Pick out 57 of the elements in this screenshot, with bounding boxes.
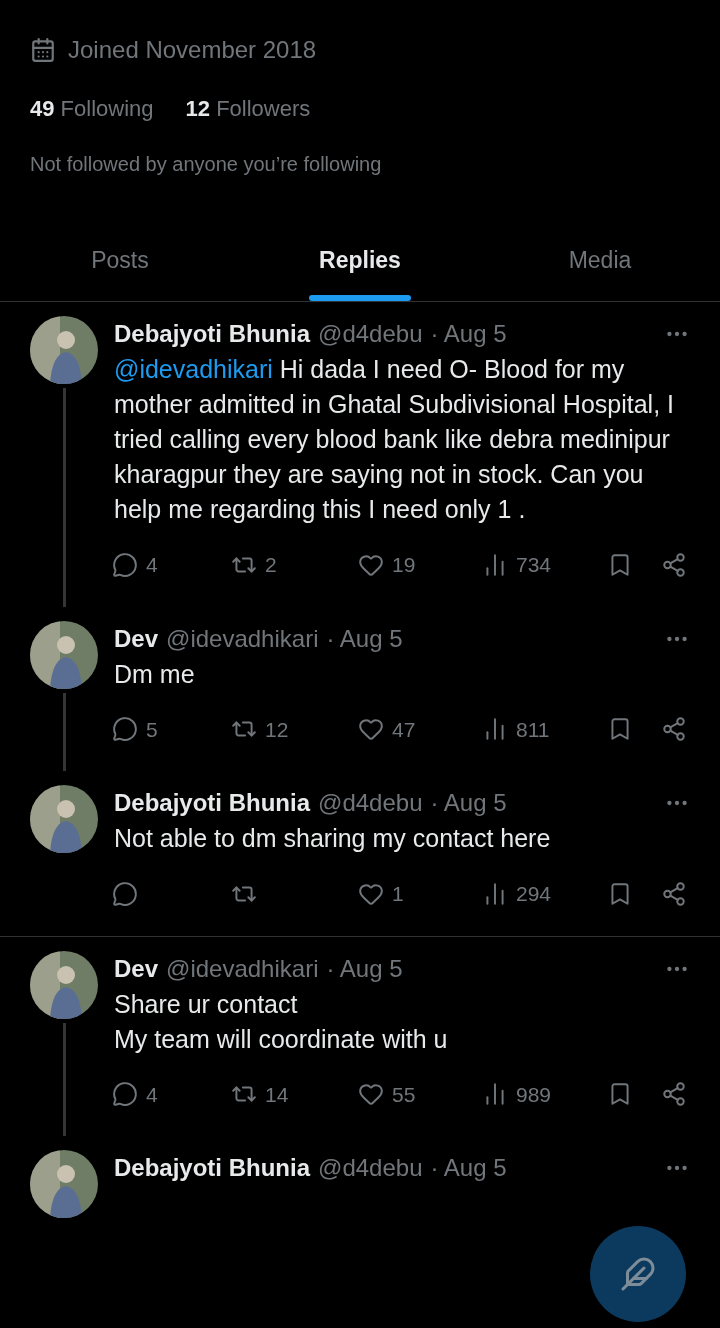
reply-icon[interactable] xyxy=(112,1081,138,1108)
author-handle[interactable]: @idevadhikari xyxy=(166,620,319,657)
count: 811 xyxy=(516,716,550,743)
calendar-icon xyxy=(30,37,56,63)
share-icon[interactable] xyxy=(661,880,687,907)
count: 55 xyxy=(392,1081,416,1108)
author-handle[interactable]: @d4debu xyxy=(318,1150,423,1186)
post-date: · Aug 5 xyxy=(326,953,403,984)
post-text: Share ur contact My team will coordinate with u xyxy=(114,988,449,1055)
reply-icon[interactable] xyxy=(112,716,138,743)
post-text: @idevadhikari Hi dada I need O- Blood for my mother admitted in Ghatal Subdivisional Hospital, I tried calling every blood bank like debra medinipur kharagpur they are saying not in stock. Can you help me regarding this I need only 1 . xyxy=(114,354,675,525)
joined-date: Joined November 2018 xyxy=(68,35,317,65)
following-link[interactable]: 49 Following xyxy=(30,92,154,125)
post-date: · Aug 5 xyxy=(430,1153,507,1183)
post-date: · Aug 5 xyxy=(430,788,507,818)
compose-feather-icon xyxy=(620,1256,656,1292)
post-text: Dm me xyxy=(114,658,196,690)
share-icon[interactable] xyxy=(661,551,687,578)
tab[interactable]: Posts xyxy=(0,239,240,301)
count: 1 xyxy=(392,881,404,907)
followed-by-note: Not followed by anyone you’re following xyxy=(30,152,383,177)
author-name[interactable]: Dev xyxy=(114,620,159,657)
count: 734 xyxy=(516,552,552,578)
post-date: · Aug 5 xyxy=(430,319,507,349)
count: 47 xyxy=(392,716,416,743)
author-name[interactable]: Dev xyxy=(114,950,159,987)
mention-link[interactable]: @idevadhikari xyxy=(114,355,273,383)
post-text: Not able to dm sharing my contact here xyxy=(114,823,552,854)
count: 2 xyxy=(265,552,277,578)
share-icon[interactable] xyxy=(661,1081,687,1108)
author-name[interactable]: Debajyoti Bhunia xyxy=(114,785,311,821)
count: 12 xyxy=(265,716,289,743)
author-handle[interactable]: @d4debu xyxy=(318,316,423,352)
count: 294 xyxy=(516,881,552,907)
post-row[interactable]: Dev @idevadhikari · Aug 5 Share ur contact My team will coordinate with u 4 14 55 989 xyxy=(0,936,720,1136)
post-row[interactable]: Dev @idevadhikari · Aug 5 Dm me 5 12 47 811 xyxy=(0,606,720,771)
author-name[interactable]: Debajyoti Bhunia xyxy=(114,316,311,352)
count: 989 xyxy=(516,1081,552,1108)
author-name[interactable]: Debajyoti Bhunia xyxy=(114,1150,311,1186)
count: 19 xyxy=(392,552,416,578)
count: 14 xyxy=(265,1081,289,1108)
post-row[interactable]: Debajyoti Bhunia @d4debu · Aug 5 xyxy=(0,1136,720,1234)
tab[interactable]: Media xyxy=(480,239,720,301)
post-date: · Aug 5 xyxy=(326,623,403,654)
like-icon[interactable] xyxy=(358,716,384,743)
author-handle[interactable]: @d4debu xyxy=(318,785,423,821)
reply-icon[interactable] xyxy=(112,551,138,578)
like-icon[interactable] xyxy=(358,1081,384,1108)
tab[interactable]: Replies xyxy=(240,239,480,301)
count: 4 xyxy=(146,1081,158,1108)
author-handle[interactable]: @idevadhikari xyxy=(166,950,319,987)
count: 4 xyxy=(146,552,158,578)
followers-link[interactable]: 12 Followers xyxy=(185,92,311,125)
count: 5 xyxy=(146,716,158,743)
post-row[interactable]: Debajyoti Bhunia @d4debu · Aug 5 Not able to dm sharing my contact here 1 294 xyxy=(0,771,720,937)
share-icon[interactable] xyxy=(661,716,687,743)
reply-icon[interactable] xyxy=(112,880,138,907)
